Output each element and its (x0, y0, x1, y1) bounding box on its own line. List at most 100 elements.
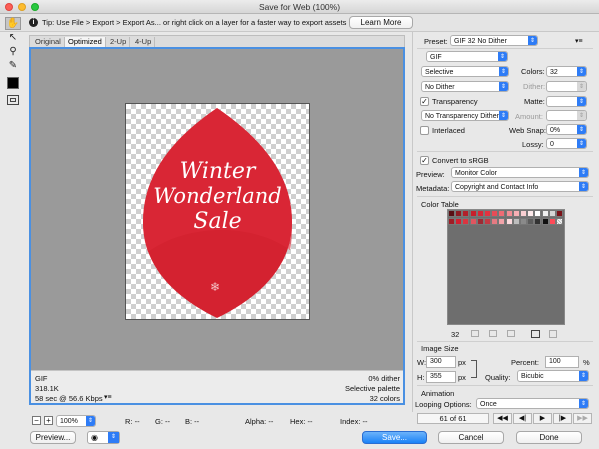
color-swatch[interactable] (455, 210, 463, 217)
zoom-tool-icon[interactable]: ⚲ (5, 45, 21, 58)
color-swatch[interactable] (484, 210, 491, 217)
percent-unit: % (583, 358, 590, 367)
color-swatch[interactable] (548, 218, 556, 225)
web-shift-icon[interactable] (489, 330, 497, 337)
frame-counter: 61 of 61 (417, 413, 489, 424)
first-frame-icon[interactable]: ◀◀ (493, 413, 512, 424)
color-swatch[interactable] (476, 218, 484, 225)
minimize-window-button[interactable] (18, 3, 26, 11)
color-swatch[interactable] (498, 218, 506, 225)
color-swatch[interactable] (520, 210, 527, 217)
web-snap-select[interactable]: 0% ⇕ (546, 124, 587, 135)
trash-icon[interactable] (549, 330, 557, 338)
browser-preview-select[interactable]: ◉ ⇕ (87, 431, 120, 444)
status-hex: Hex: -- (290, 417, 313, 426)
preset-select[interactable]: GIF 32 No Dither ⇕ (450, 35, 538, 46)
color-reduction-select[interactable]: Selective ⇕ (421, 66, 509, 77)
previous-frame-icon[interactable]: ◀| (513, 413, 532, 424)
color-swatch[interactable] (491, 210, 499, 217)
lossy-label: Lossy: (522, 140, 544, 149)
download-speed-menu-icon[interactable]: ▾≡ (104, 393, 112, 401)
close-window-button[interactable] (5, 3, 13, 11)
color-swatch[interactable] (505, 210, 513, 217)
tab-optimized[interactable]: Optimized (65, 37, 106, 47)
looping-select[interactable]: Once ⇕ (476, 398, 589, 409)
color-swatch[interactable] (448, 218, 455, 225)
preview-button[interactable]: Preview... (30, 431, 76, 444)
matte-select[interactable]: ⇕ (546, 96, 587, 107)
color-swatch[interactable] (527, 210, 535, 217)
zoom-in-icon[interactable]: + (44, 416, 53, 425)
chevron-updown-icon: ⇕ (577, 97, 586, 106)
last-frame-icon[interactable]: ▶▶ (573, 413, 592, 424)
color-swatch[interactable] (462, 210, 470, 217)
zoom-level-value: 100% (60, 418, 78, 425)
color-swatch[interactable] (476, 210, 484, 217)
play-icon[interactable]: ▶ (533, 413, 552, 424)
color-table-swatches[interactable] (448, 210, 564, 228)
cancel-button[interactable]: Cancel (438, 431, 504, 444)
color-swatch[interactable] (512, 218, 520, 225)
color-swatch[interactable] (498, 210, 506, 217)
title-bar: Save for Web (100%) (0, 0, 599, 14)
file-format-select[interactable]: GIF ⇕ (426, 51, 508, 62)
divider (417, 341, 593, 342)
transparency-dither-select[interactable]: No Transparency Dither ⇕ (421, 110, 509, 121)
color-swatch[interactable] (520, 218, 527, 225)
convert-srgb-checkbox[interactable]: ✓ (420, 156, 429, 165)
dither-label: Dither: (523, 82, 546, 91)
color-swatch[interactable] (556, 218, 563, 225)
tab-2-up[interactable]: 2-Up (107, 37, 131, 47)
height-unit: px (458, 373, 466, 382)
tab-original[interactable]: Original (32, 37, 65, 47)
color-swatch[interactable] (505, 218, 513, 225)
color-swatch[interactable] (548, 210, 556, 217)
learn-more-button[interactable]: Learn More (349, 16, 413, 29)
width-input[interactable]: 300 (426, 356, 456, 368)
color-swatch[interactable] (534, 210, 542, 217)
save-button[interactable]: Save... (362, 431, 427, 444)
color-swatch[interactable] (469, 218, 477, 225)
zoom-window-button[interactable] (31, 3, 39, 11)
color-swatch[interactable] (469, 210, 477, 217)
tab-4-up[interactable]: 4-Up (132, 37, 156, 47)
color-swatch[interactable] (484, 218, 491, 225)
color-swatch[interactable] (455, 218, 463, 225)
zoom-level-select[interactable]: 100% ⇕ (56, 415, 96, 427)
quality-select[interactable]: Bicubic ⇕ (517, 370, 589, 382)
percent-input[interactable]: 100 (545, 356, 579, 368)
eyedropper-tool-icon[interactable]: ✎ (5, 59, 21, 72)
color-swatch[interactable] (541, 210, 549, 217)
lossy-select[interactable]: 0 ⇕ (546, 138, 587, 149)
map-color-icon[interactable] (471, 330, 479, 337)
info-colors: 32 colors (369, 394, 400, 403)
done-button[interactable]: Done (516, 431, 582, 444)
slice-select-tool-icon[interactable]: ↖ (5, 31, 21, 44)
link-constrain-icon[interactable] (471, 360, 477, 378)
metadata-select[interactable]: Copyright and Contact Info ⇕ (451, 181, 589, 192)
interlaced-checkbox[interactable] (420, 126, 429, 135)
height-input[interactable]: 355 (426, 371, 456, 383)
tip-text: Tip: Use File > Export > Export As... or… (42, 18, 347, 27)
dither-algorithm-select[interactable]: No Dither ⇕ (421, 81, 509, 92)
toggle-slices-icon[interactable] (7, 95, 19, 105)
color-swatch[interactable] (462, 218, 470, 225)
color-swatch[interactable] (448, 210, 455, 217)
colors-select[interactable]: 32 ⇕ (546, 66, 587, 77)
color-swatch[interactable] (491, 218, 499, 225)
next-frame-icon[interactable]: |▶ (553, 413, 572, 424)
optimize-menu-icon[interactable]: ▾≡ (575, 37, 583, 45)
lock-color-icon[interactable] (507, 330, 515, 337)
eyedropper-color-swatch[interactable] (7, 77, 19, 89)
hand-tool-icon[interactable]: ✋ (5, 17, 21, 30)
status-alpha: Alpha: -- (245, 417, 274, 426)
new-color-icon[interactable] (531, 330, 540, 338)
preview-color-select[interactable]: Monitor Color ⇕ (451, 167, 589, 178)
color-swatch[interactable] (527, 218, 535, 225)
zoom-out-icon[interactable]: − (32, 416, 41, 425)
color-swatch[interactable] (541, 218, 549, 225)
color-swatch[interactable] (534, 218, 542, 225)
transparency-checkbox[interactable]: ✓ (420, 97, 429, 106)
color-swatch[interactable] (556, 210, 563, 217)
color-swatch[interactable] (512, 210, 520, 217)
